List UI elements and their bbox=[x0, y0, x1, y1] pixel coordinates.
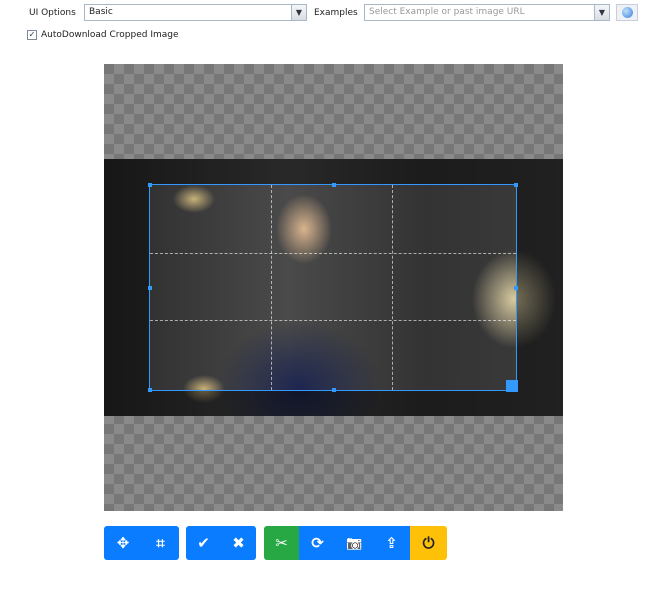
globe-icon bbox=[621, 7, 633, 18]
resize-handle[interactable] bbox=[148, 286, 152, 290]
ui-options-label: UI Options bbox=[29, 8, 76, 18]
upload-button[interactable]: ⇪ bbox=[373, 526, 410, 560]
resize-handle[interactable] bbox=[148, 388, 152, 392]
camera-button[interactable]: 📷 bbox=[336, 526, 373, 560]
ui-options-select[interactable]: Basic ▼ bbox=[84, 4, 307, 21]
move-icon: ✥ bbox=[116, 534, 130, 552]
rotate-button[interactable]: ⟳ bbox=[299, 526, 336, 560]
examples-label: Examples bbox=[314, 8, 358, 18]
power-icon: ⏻ bbox=[422, 534, 435, 552]
cancel-button[interactable]: ✖ bbox=[221, 526, 256, 560]
crop-box[interactable] bbox=[148, 183, 518, 392]
close-icon: ✖ bbox=[232, 534, 245, 552]
power-button[interactable]: ⏻ bbox=[410, 526, 447, 560]
confirm-button[interactable]: ✔ bbox=[186, 526, 221, 560]
chevron-down-icon[interactable]: ▼ bbox=[594, 5, 609, 20]
resize-handle[interactable] bbox=[506, 380, 518, 392]
load-url-button[interactable] bbox=[616, 4, 638, 21]
examples-select[interactable]: Select Example or past image URL ▼ bbox=[364, 4, 610, 21]
rotate-icon: ⟳ bbox=[311, 534, 324, 552]
resize-handle[interactable] bbox=[148, 183, 152, 187]
autodownload-label: AutoDownload Cropped Image bbox=[41, 30, 179, 40]
examples-placeholder: Select Example or past image URL bbox=[369, 7, 525, 17]
upload-icon: ⇪ bbox=[385, 534, 398, 552]
crop-icon: ⌗ bbox=[156, 534, 165, 552]
move-button[interactable]: ✥ bbox=[104, 526, 142, 560]
scissors-icon: ✂ bbox=[275, 534, 288, 552]
resize-handle[interactable] bbox=[514, 183, 518, 187]
check-icon: ✔ bbox=[197, 534, 210, 552]
chevron-down-icon[interactable]: ▼ bbox=[291, 5, 306, 20]
resize-handle[interactable] bbox=[332, 183, 336, 187]
resize-handle[interactable] bbox=[332, 388, 336, 392]
resize-handle[interactable] bbox=[514, 286, 518, 290]
ui-options-value: Basic bbox=[89, 7, 113, 17]
camera-icon: 📷 bbox=[346, 535, 363, 551]
cut-button[interactable]: ✂ bbox=[264, 526, 299, 560]
autodownload-checkbox[interactable]: ✓ bbox=[27, 30, 37, 40]
crop-button[interactable]: ⌗ bbox=[142, 526, 179, 560]
